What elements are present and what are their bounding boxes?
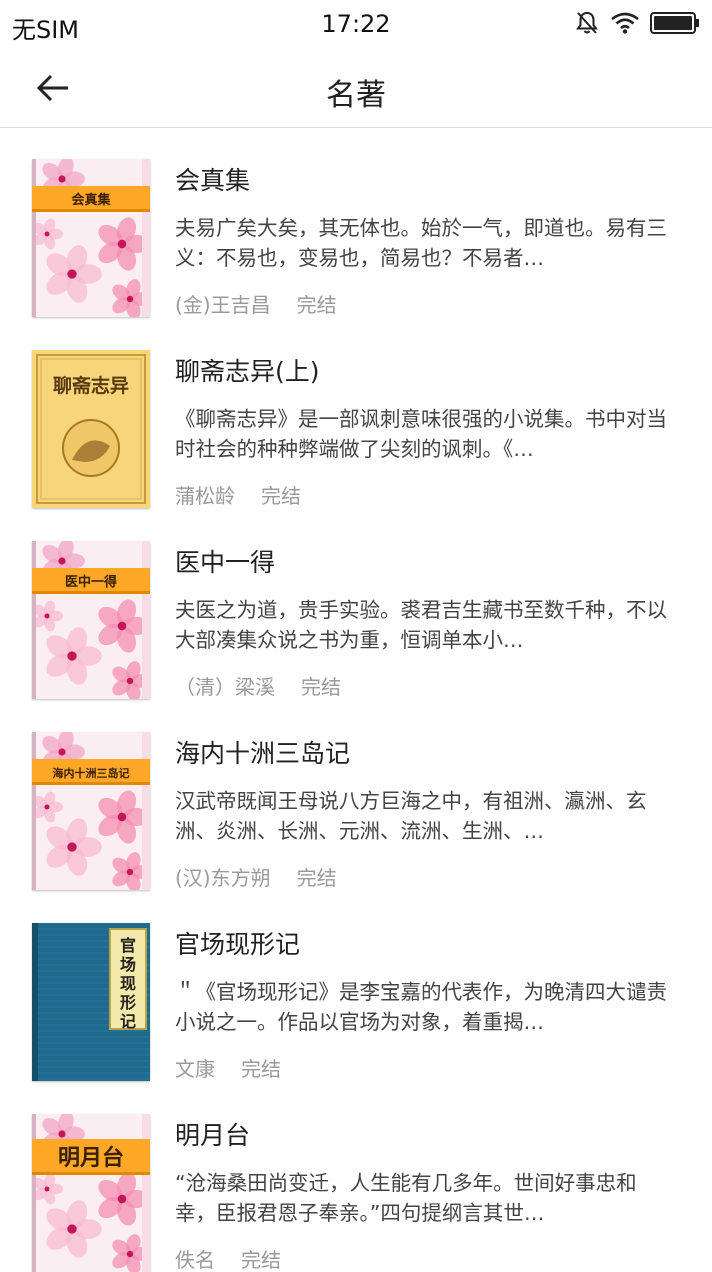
battery-icon xyxy=(650,11,700,39)
book-description: 汉武帝既闻王母说八方巨海之中，有祖洲、瀛洲、玄洲、炎洲、长洲、元洲、流洲、生洲、… xyxy=(175,789,647,843)
book-title: 官场现形记 xyxy=(175,930,301,959)
book-meta: 蒲松龄 完结 xyxy=(175,480,675,509)
wifi-icon xyxy=(610,11,640,39)
book-author: （清）梁溪 xyxy=(175,675,275,699)
page-title: 名著 xyxy=(326,78,386,113)
book-author: (汉)东方朔 xyxy=(175,866,271,890)
book-title: 聊斋志异(上) xyxy=(175,357,320,386)
book-author: 蒲松龄 xyxy=(175,484,235,508)
book-title: 海内十洲三岛记 xyxy=(175,739,351,768)
nav-bar: 名著 xyxy=(0,50,712,128)
book-status: 完结 xyxy=(301,675,341,699)
book-meta: (汉)东方朔 完结 xyxy=(175,862,675,891)
cover-title-char: 形 xyxy=(120,993,136,1012)
book-meta: 佚名 完结 xyxy=(175,1244,675,1272)
book-status: 完结 xyxy=(241,1248,281,1272)
book-cover: 官场现形记 xyxy=(32,923,150,1081)
book-author: 佚名 xyxy=(175,1248,215,1272)
book-meta: （清）梁溪 完结 xyxy=(175,671,675,700)
list-item[interactable]: 医中一得 医中一得 夫医之为道，贵手实验。裘君吉生藏书至数千种，不以大部凑集众说… xyxy=(0,510,712,701)
list-item[interactable]: 官场现形记 官场现形记 ＂《官场现形记》是李宝嘉的代表作，为晚清四大谴责小说之一… xyxy=(0,892,712,1083)
book-meta: 文康 完结 xyxy=(175,1053,675,1082)
cover-title-char: 现 xyxy=(120,974,136,993)
book-title: 医中一得 xyxy=(175,548,276,577)
book-cover: 聊斋志异 xyxy=(32,350,150,508)
cover-title-text: 海内十洲三岛记 xyxy=(53,766,130,780)
list-item[interactable]: 会真集 会真集 夫易广矣大矣，其无体也。始於一气，即道也。易有三义：不易也，变易… xyxy=(0,128,712,319)
cover-title-text: 聊斋志异 xyxy=(53,374,129,397)
cover-title-char: 记 xyxy=(120,1012,136,1031)
cover-title-text: 明月台 xyxy=(58,1145,124,1171)
book-description: ＂《官场现形记》是李宝嘉的代表作，为晚清四大谴责小说之一。作品以官场为对象，着重… xyxy=(175,980,667,1034)
book-title: 会真集 xyxy=(175,166,251,195)
book-description: 《聊斋志异》是一部讽刺意味很强的小说集。书中对当时社会的种种弊端做了尖刻的讽刺。… xyxy=(175,407,667,461)
book-status: 完结 xyxy=(296,866,337,890)
mute-bell-icon xyxy=(574,10,600,40)
book-cover: 海内十洲三岛记 xyxy=(32,732,150,890)
list-item[interactable]: 海内十洲三岛记 海内十洲三岛记 汉武帝既闻王母说八方巨海之中，有祖洲、瀛洲、玄洲… xyxy=(0,701,712,892)
book-status: 完结 xyxy=(261,484,301,508)
book-meta: (金)王吉昌 完结 xyxy=(175,289,675,318)
cover-title-text: 会真集 xyxy=(71,192,111,208)
status-bar: 无SIM 17:22 xyxy=(0,0,712,50)
list-item[interactable]: 明月台 明月台 “沧海桑田尚变迁，人生能有几多年。世间好事忠和幸，臣报君恩子奉亲… xyxy=(0,1083,712,1272)
book-cover: 会真集 xyxy=(32,159,150,317)
book-cover: 明月台 xyxy=(32,1114,150,1272)
book-title: 明月台 xyxy=(175,1121,251,1150)
book-description: “沧海桑田尚变迁，人生能有几多年。世间好事忠和幸，臣报君恩子奉亲。”四句提纲言其… xyxy=(175,1171,637,1225)
book-description: 夫易广矣大矣，其无体也。始於一气，即道也。易有三义：不易也，变易也，简易也？不易… xyxy=(175,216,667,270)
cover-title-text: 医中一得 xyxy=(65,574,117,590)
list-item[interactable]: 聊斋志异 聊斋志异(上) 《聊斋志异》是一部讽刺意味很强的小说集。书中对当时社会… xyxy=(0,319,712,510)
book-author: 文康 xyxy=(175,1057,215,1081)
book-author: (金)王吉昌 xyxy=(175,293,271,317)
cover-title-char: 官 xyxy=(120,936,136,955)
book-list: 会真集 会真集 夫易广矣大矣，其无体也。始於一气，即道也。易有三义：不易也，变易… xyxy=(0,128,712,1272)
book-description: 夫医之为道，贵手实验。裘君吉生藏书至数千种，不以大部凑集众说之书为重，恒调单本小… xyxy=(175,598,667,652)
book-status: 完结 xyxy=(241,1057,281,1081)
cover-title-char: 场 xyxy=(120,955,136,974)
status-icons xyxy=(574,10,700,40)
book-cover: 医中一得 xyxy=(32,541,150,699)
book-status: 完结 xyxy=(296,293,337,317)
